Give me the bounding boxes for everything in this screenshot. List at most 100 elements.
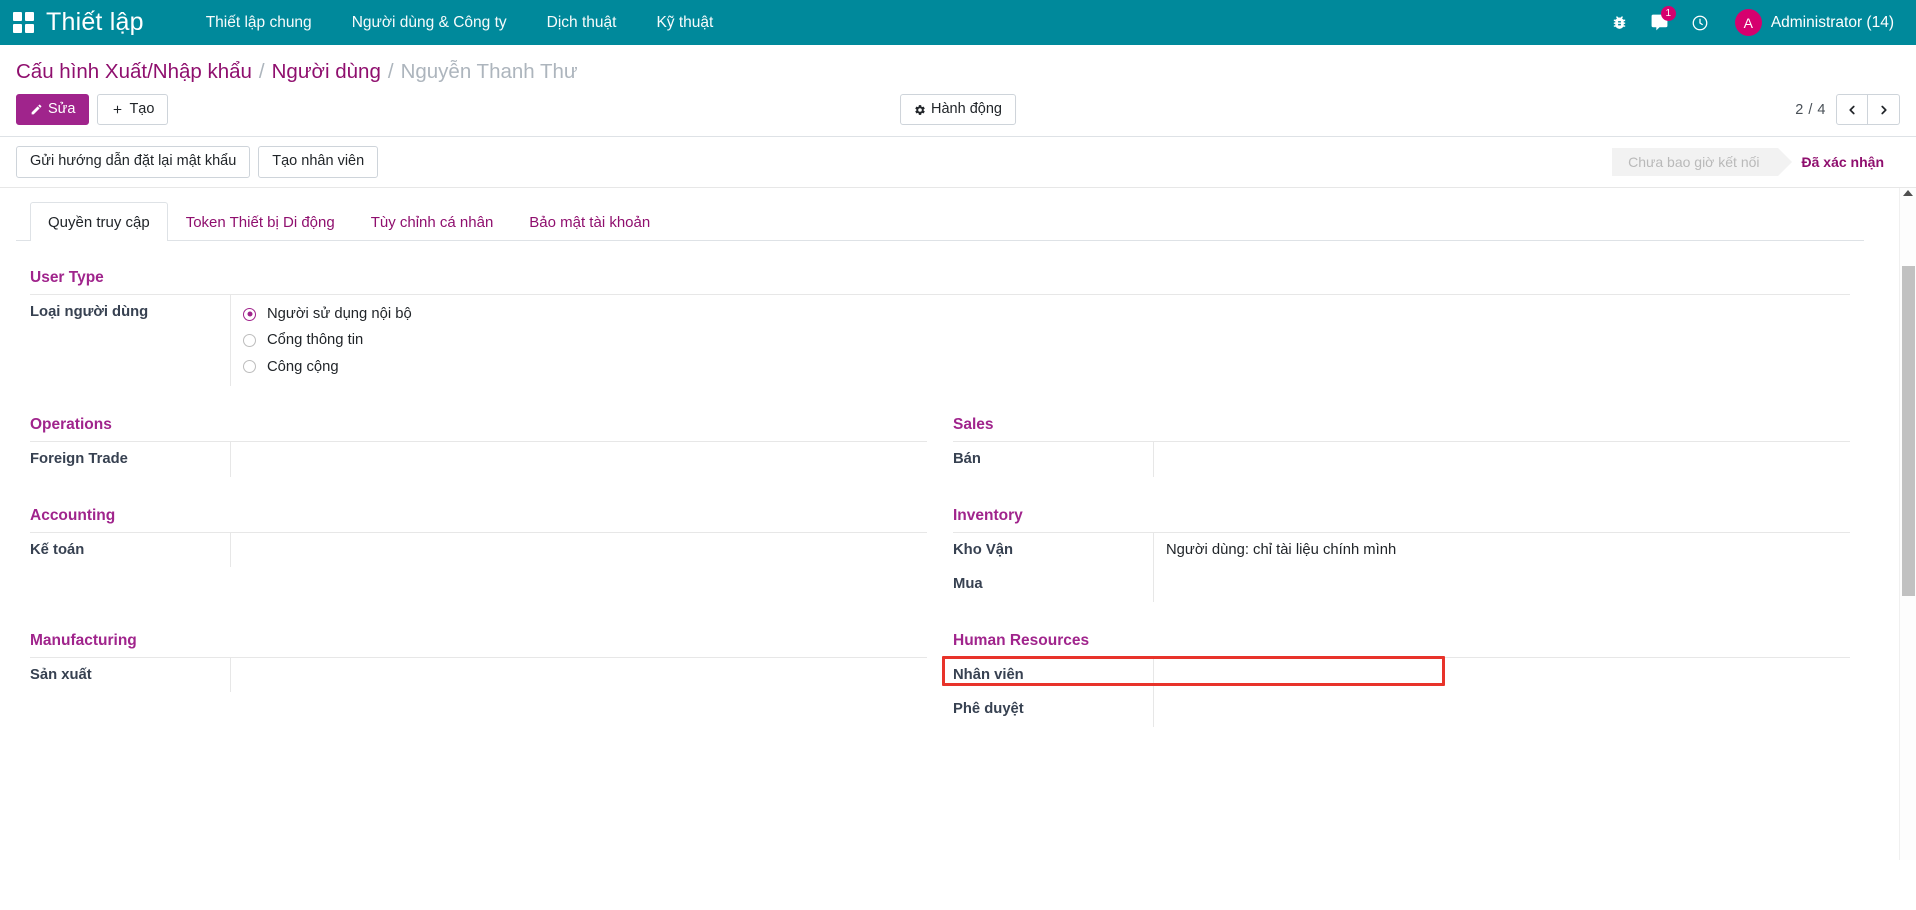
field-value-mua[interactable] (1153, 567, 1850, 601)
field-row-foreign-trade: Foreign Trade (30, 442, 927, 476)
create-button-label: Tạo (129, 101, 154, 118)
group-user-type: User Type Loại người dùng Người sử dụng … (30, 269, 1850, 386)
field-row-mua: Mua (953, 567, 1850, 601)
record-action-buttons: Sửa Tạo (16, 94, 168, 125)
edit-button-label: Sửa (48, 101, 75, 118)
spacer (30, 567, 927, 587)
breadcrumb: Cấu hình Xuất/Nhập khẩu / Người dùng / N… (0, 45, 1916, 84)
action-menu-label: Hành động (931, 101, 1002, 118)
clock-icon[interactable] (1681, 0, 1719, 45)
field-label-ke-toan: Kế toán (30, 533, 230, 567)
create-employee-button[interactable]: Tạo nhân viên (258, 146, 378, 177)
status-bar-buttons: Gửi hướng dẫn đặt lại mật khẩu Tạo nhân … (16, 146, 378, 177)
radio-option-public[interactable]: Công cộng (243, 354, 1850, 380)
field-row-nhan-vien: Nhân viên (953, 658, 1850, 692)
field-row-kho-van: Kho Vận Người dùng: chỉ tài liệu chính m… (953, 533, 1850, 567)
field-value-ban[interactable] (1153, 442, 1850, 476)
pager-value[interactable]: 2 / 4 (1795, 102, 1826, 118)
plus-icon (111, 103, 124, 116)
gear-icon (914, 104, 926, 116)
group-title-manufacturing: Manufacturing (30, 632, 927, 658)
status-stage-confirmed[interactable]: Đã xác nhận (1778, 148, 1902, 176)
messages-icon[interactable]: 1 (1641, 0, 1679, 45)
group-title-inventory: Inventory (953, 507, 1850, 533)
field-value-phe-duyet[interactable] (1153, 692, 1850, 726)
pager-next-button[interactable] (1868, 94, 1900, 125)
field-value-san-xuat[interactable] (230, 658, 927, 692)
field-label-loai-nguoi-dung: Loại người dùng (30, 295, 230, 386)
pencil-icon (30, 103, 43, 116)
group-title-user-type: User Type (30, 269, 1850, 295)
status-stage-never-connected[interactable]: Chưa bao giờ kết nối (1612, 148, 1777, 176)
tab-tuy-chinh-ca-nhan[interactable]: Tùy chỉnh cá nhân (353, 202, 512, 241)
control-panel: Cấu hình Xuất/Nhập khẩu / Người dùng / N… (0, 45, 1916, 137)
field-row-san-xuat: Sản xuất (30, 658, 927, 692)
menu-item-thiet-lap-chung[interactable]: Thiết lập chung (186, 0, 332, 45)
field-label-ban: Bán (953, 442, 1153, 476)
notebook-tabs: Quyền truy cập Token Thiết bị Di động Tù… (16, 202, 1864, 241)
field-label-san-xuat: Sản xuất (30, 658, 230, 692)
field-row-ke-toan: Kế toán (30, 533, 927, 567)
create-button[interactable]: Tạo (97, 94, 168, 125)
field-value-kho-van[interactable]: Người dùng: chỉ tài liệu chính mình (1153, 533, 1850, 567)
radio-label-public: Công cộng (267, 358, 339, 376)
radio-option-internal-user[interactable]: Người sử dụng nội bộ (243, 301, 1850, 327)
edit-button[interactable]: Sửa (16, 94, 89, 125)
group-title-accounting: Accounting (30, 507, 927, 533)
radio-dot-icon (243, 334, 256, 347)
form-view: Gửi hướng dẫn đặt lại mật khẩu Tạo nhân … (0, 137, 1916, 862)
pager-previous-button[interactable] (1836, 94, 1868, 125)
status-stages: Chưa bao giờ kết nối Đã xác nhận (1612, 148, 1902, 176)
pager-buttons (1836, 94, 1900, 125)
field-label-mua: Mua (953, 567, 1153, 601)
group-sales: Sales Bán (953, 416, 1850, 476)
send-password-reset-button[interactable]: Gửi hướng dẫn đặt lại mật khẩu (16, 146, 250, 177)
group-accounting: Accounting Kế toán (30, 507, 927, 602)
breadcrumb-separator: / (388, 60, 394, 84)
field-row-loai-nguoi-dung: Loại người dùng Người sử dụng nội bộ Cổn… (30, 295, 1850, 386)
user-name-label: Administrator (14) (1771, 14, 1894, 32)
main-menu: Thiết lập chung Người dùng & Công ty Dịc… (186, 0, 734, 45)
tab-token-thiet-bi-di-dong[interactable]: Token Thiết bị Di động (168, 202, 353, 241)
breadcrumb-separator: / (259, 60, 265, 84)
group-human-resources: Human Resources Nhân viên Phê duyệt (953, 632, 1850, 727)
apps-grid-icon[interactable] (0, 0, 46, 45)
menu-item-dich-thuat[interactable]: Dịch thuật (527, 0, 637, 45)
tab-quyen-truy-cap[interactable]: Quyền truy cập (30, 202, 168, 241)
navbar-systray: 1 A Administrator (14) (1601, 0, 1916, 45)
bug-icon[interactable] (1601, 0, 1639, 45)
breadcrumb-item-users[interactable]: Người dùng (272, 60, 381, 84)
chevron-right-icon (1877, 103, 1891, 117)
menu-item-nguoi-dung-cong-ty[interactable]: Người dùng & Công ty (332, 0, 527, 45)
field-value-foreign-trade[interactable] (230, 442, 927, 476)
menu-item-ky-thuat[interactable]: Kỹ thuật (636, 0, 733, 45)
form-sheet-scroll-area: Quyền truy cập Token Thiết bị Di động Tù… (0, 188, 1916, 860)
user-menu[interactable]: A Administrator (14) (1721, 0, 1900, 45)
group-title-sales: Sales (953, 416, 1850, 442)
field-row-phe-duyet: Phê duyệt (953, 692, 1850, 726)
action-menu-button[interactable]: Hành động (900, 94, 1016, 125)
breadcrumb-item-config[interactable]: Cấu hình Xuất/Nhập khẩu (16, 60, 252, 84)
chevron-left-icon (1845, 103, 1859, 117)
app-brand-title[interactable]: Thiết lập (46, 10, 144, 35)
field-value-nhan-vien[interactable] (1153, 658, 1850, 692)
status-bar: Gửi hướng dẫn đặt lại mật khẩu Tạo nhân … (0, 137, 1916, 187)
tab-bao-mat-tai-khoan[interactable]: Bảo mật tài khoản (511, 202, 668, 241)
field-row-ban: Bán (953, 442, 1850, 476)
radio-dot-icon (243, 308, 256, 321)
avatar: A (1735, 9, 1762, 36)
group-operations: Operations Foreign Trade (30, 416, 927, 476)
radio-label-internal-user: Người sử dụng nội bộ (267, 305, 412, 323)
radio-option-portal[interactable]: Cổng thông tin (243, 327, 1850, 353)
scrollbar-thumb[interactable] (1902, 266, 1915, 596)
pager: 2 / 4 (1795, 94, 1900, 125)
radio-label-portal: Cổng thông tin (267, 331, 363, 349)
vertical-scrollbar[interactable] (1899, 188, 1916, 860)
action-menu-wrapper: Hành động (900, 94, 1016, 125)
scroll-up-arrow-icon[interactable] (1903, 190, 1913, 196)
messages-badge-count: 1 (1661, 6, 1676, 21)
field-value-ke-toan[interactable] (230, 533, 927, 567)
group-title-operations: Operations (30, 416, 927, 442)
breadcrumb-item-current-record: Nguyễn Thanh Thư (401, 60, 578, 84)
group-inventory: Inventory Kho Vận Người dùng: chỉ tài li… (953, 507, 1850, 602)
